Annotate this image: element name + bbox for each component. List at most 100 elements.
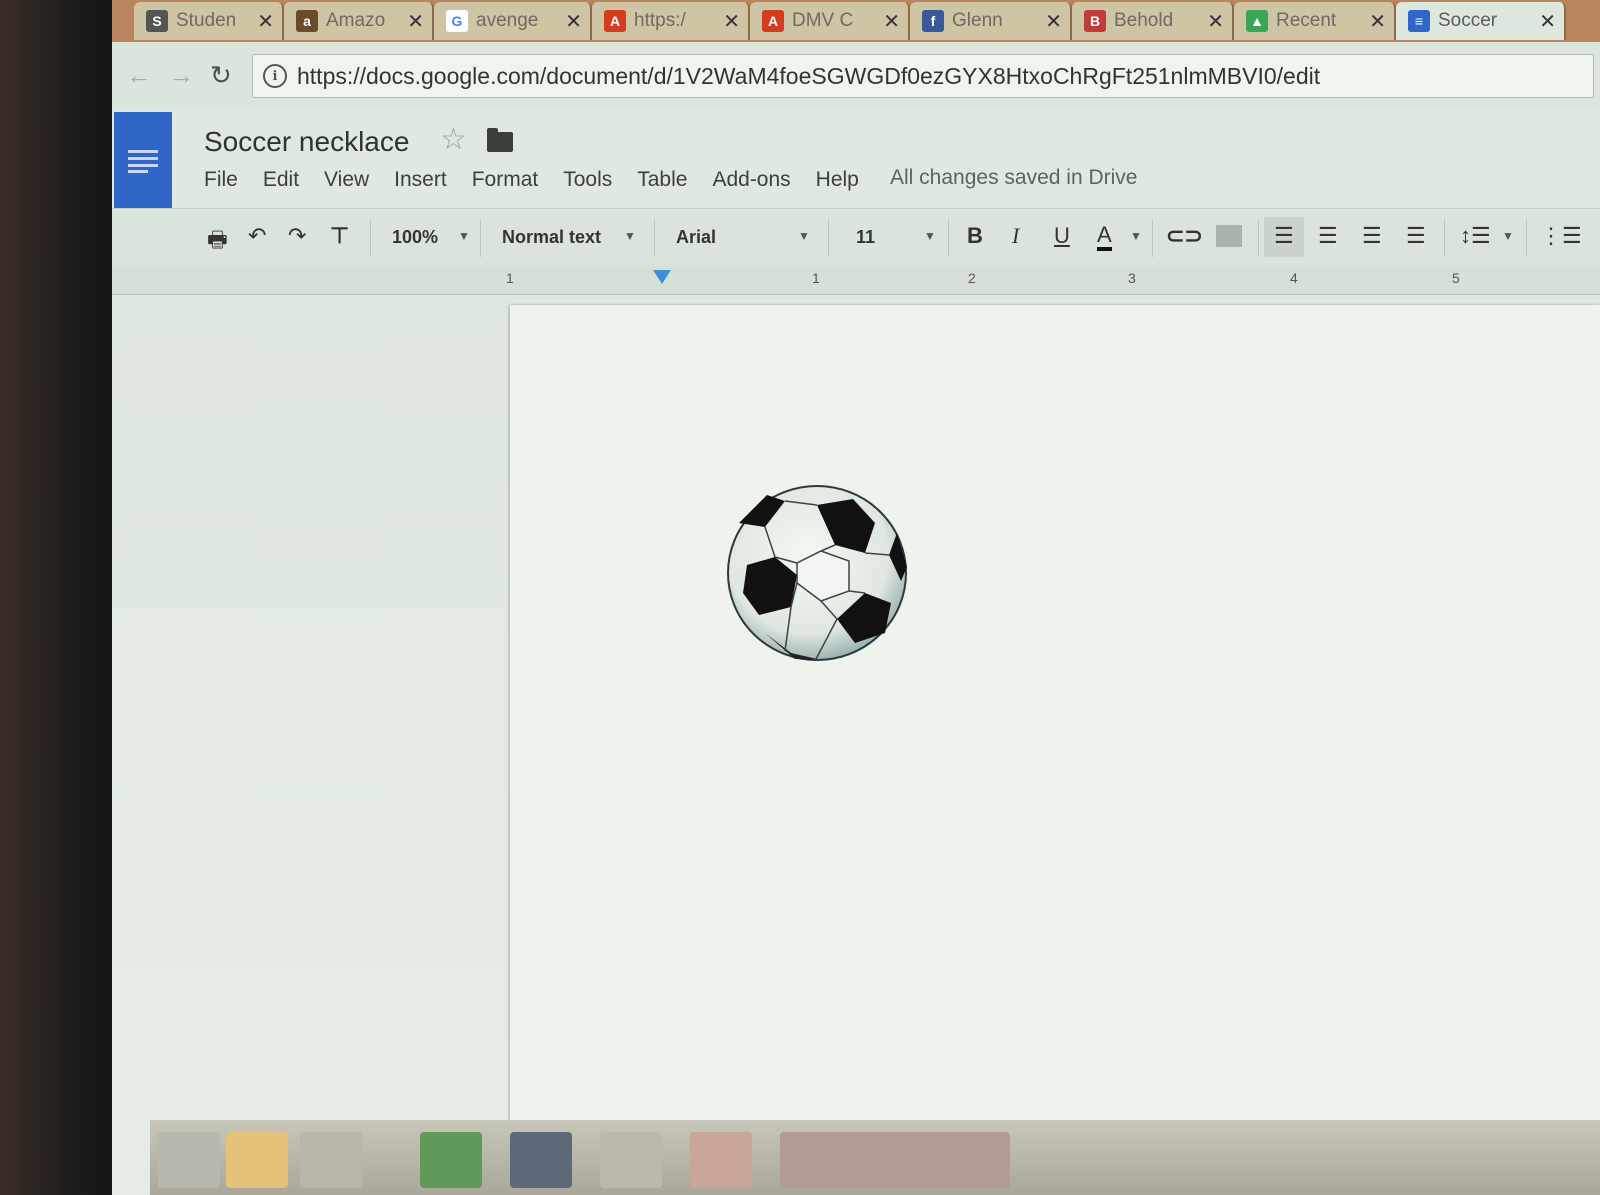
ruler-number: 3	[1128, 270, 1136, 286]
close-icon[interactable]: ✕	[1369, 9, 1386, 34]
tab-behold[interactable]: B Behold ✕	[1072, 2, 1234, 40]
soccer-ball-image[interactable]	[725, 483, 909, 663]
menu-file[interactable]: File	[204, 168, 238, 192]
menu-bar: File Edit View Insert Format Tools Table…	[204, 168, 884, 192]
close-icon[interactable]: ✕	[1207, 9, 1224, 34]
menu-addons[interactable]: Add-ons	[712, 168, 790, 192]
ruler-number: 5	[1452, 270, 1460, 286]
close-icon[interactable]: ✕	[565, 9, 582, 34]
tab-title: Recent	[1276, 10, 1337, 31]
facebook-icon: f	[922, 10, 944, 32]
os-taskbar	[150, 1120, 1600, 1195]
undo-icon[interactable]: ↶	[248, 223, 266, 249]
tab-facebook-glenn[interactable]: f Glenn ✕	[910, 2, 1072, 40]
tab-title: Studen	[176, 10, 237, 31]
close-icon[interactable]: ✕	[883, 9, 900, 34]
document-page[interactable]	[510, 305, 1600, 1195]
monitor-bezel	[0, 0, 118, 1195]
menu-table[interactable]: Table	[637, 168, 687, 192]
formatting-toolbar: 🖶 ↶ ↷ ⊤ 100% ▼ Normal text ▼ Arial ▼ 11 …	[112, 208, 1600, 268]
menu-edit[interactable]: Edit	[263, 168, 299, 192]
close-icon[interactable]: ✕	[257, 9, 274, 34]
tab-title: Glenn	[952, 10, 1003, 31]
tab-title: Amazo	[326, 10, 386, 31]
menu-format[interactable]: Format	[472, 168, 539, 192]
reload-icon[interactable]: ↻	[210, 60, 232, 91]
browser-window: S Studen ✕ a Amazo ✕ G avenge ✕ A https:…	[112, 0, 1600, 1195]
docs-icon: ≡	[1408, 10, 1430, 32]
chevron-down-icon: ▼	[1130, 229, 1142, 243]
tab-student[interactable]: S Studen ✕	[134, 2, 284, 40]
tab-soccer-necklace[interactable]: ≡ Soccer ✕	[1396, 2, 1566, 40]
ruler[interactable]: 1 1 2 3 4 5	[112, 266, 1600, 295]
chevron-down-icon: ▼	[624, 229, 636, 243]
zoom-select[interactable]: 100%	[392, 227, 438, 248]
student-portal-icon: S	[146, 10, 168, 32]
docs-header: Soccer necklace ☆ File Edit View Insert …	[112, 108, 1600, 208]
forward-arrow-icon[interactable]: →	[168, 60, 194, 91]
redo-icon[interactable]: ↷	[288, 223, 306, 249]
file-explorer-icon[interactable]	[300, 1132, 362, 1188]
back-arrow-icon[interactable]: ←	[126, 60, 152, 91]
start-windows-icon[interactable]	[158, 1132, 220, 1188]
chevron-down-icon: ▼	[458, 229, 470, 243]
text-color-button[interactable]: A	[1097, 223, 1112, 251]
address-bar[interactable]: i https://docs.google.com/document/d/1V2…	[252, 54, 1594, 98]
tab-title: Soccer	[1438, 10, 1498, 31]
align-right-icon[interactable]: ☰	[1362, 223, 1382, 249]
url-text: https://docs.google.com/document/d/1V2Wa…	[297, 62, 1321, 89]
info-icon[interactable]: i	[263, 64, 287, 88]
tab-strip: S Studen ✕ a Amazo ✕ G avenge ✕ A https:…	[112, 0, 1600, 42]
internet-explorer-icon[interactable]	[226, 1132, 288, 1188]
tab-dmv[interactable]: A DMV C ✕	[750, 2, 910, 40]
underline-button[interactable]: U	[1054, 223, 1070, 249]
justify-icon[interactable]: ☰	[1406, 223, 1426, 249]
indent-marker[interactable]	[653, 270, 671, 284]
tab-drive-recent[interactable]: ▲ Recent ✕	[1234, 2, 1396, 40]
close-icon[interactable]: ✕	[1539, 9, 1556, 34]
align-left-icon: ☰	[1274, 223, 1294, 248]
menu-view[interactable]: View	[324, 168, 369, 192]
drive-icon: ▲	[1246, 10, 1268, 32]
acrobat-icon: A	[762, 10, 784, 32]
print-icon[interactable]: 🖶	[207, 223, 228, 261]
docs-home-icon[interactable]	[114, 112, 172, 208]
font-size-select[interactable]: 11	[856, 227, 875, 248]
close-icon[interactable]: ✕	[407, 9, 424, 34]
tab-title: DMV C	[792, 10, 854, 31]
bold-button[interactable]: B	[967, 223, 983, 249]
comment-icon[interactable]	[1216, 225, 1242, 247]
chevron-down-icon: ▼	[924, 229, 936, 243]
tab-amazon[interactable]: a Amazo ✕	[284, 2, 434, 40]
folder-icon[interactable]	[487, 128, 513, 152]
ruler-number: 1	[812, 270, 820, 286]
spreadsheet-app-icon[interactable]	[420, 1132, 482, 1188]
star-icon[interactable]: ☆	[440, 122, 467, 157]
document-title[interactable]: Soccer necklace	[204, 126, 409, 158]
close-icon[interactable]: ✕	[1045, 9, 1062, 34]
chevron-down-icon: ▼	[1502, 229, 1514, 243]
acrobat-icon: A	[604, 10, 626, 32]
menu-tools[interactable]: Tools	[563, 168, 612, 192]
font-select[interactable]: Arial	[676, 227, 716, 248]
tab-title: avenge	[476, 10, 539, 31]
menu-help[interactable]: Help	[816, 168, 859, 192]
chrome-icon[interactable]	[690, 1132, 752, 1188]
line-spacing-icon[interactable]: ↕☰	[1460, 223, 1491, 249]
ruler-number: 2	[968, 270, 976, 286]
numbered-list-icon[interactable]: ⋮☰	[1540, 223, 1582, 249]
tab-acrobat-url[interactable]: A https:/ ✕	[592, 2, 750, 40]
media-app-icon[interactable]	[600, 1132, 662, 1188]
italic-button[interactable]: I	[1012, 223, 1019, 249]
align-center-icon[interactable]: ☰	[1318, 223, 1338, 249]
paint-format-icon[interactable]: ⊤	[330, 223, 349, 249]
close-icon[interactable]: ✕	[723, 9, 740, 34]
tab-title: Behold	[1114, 10, 1174, 31]
tab-avengers-search[interactable]: G avenge ✕	[434, 2, 592, 40]
menu-insert[interactable]: Insert	[394, 168, 447, 192]
style-select[interactable]: Normal text	[502, 227, 601, 248]
ruler-number: 1	[506, 270, 514, 286]
taskbar-window-button[interactable]	[780, 1132, 1010, 1188]
link-icon[interactable]: ⊂⊃	[1166, 223, 1203, 249]
camera-app-icon[interactable]	[510, 1132, 572, 1188]
